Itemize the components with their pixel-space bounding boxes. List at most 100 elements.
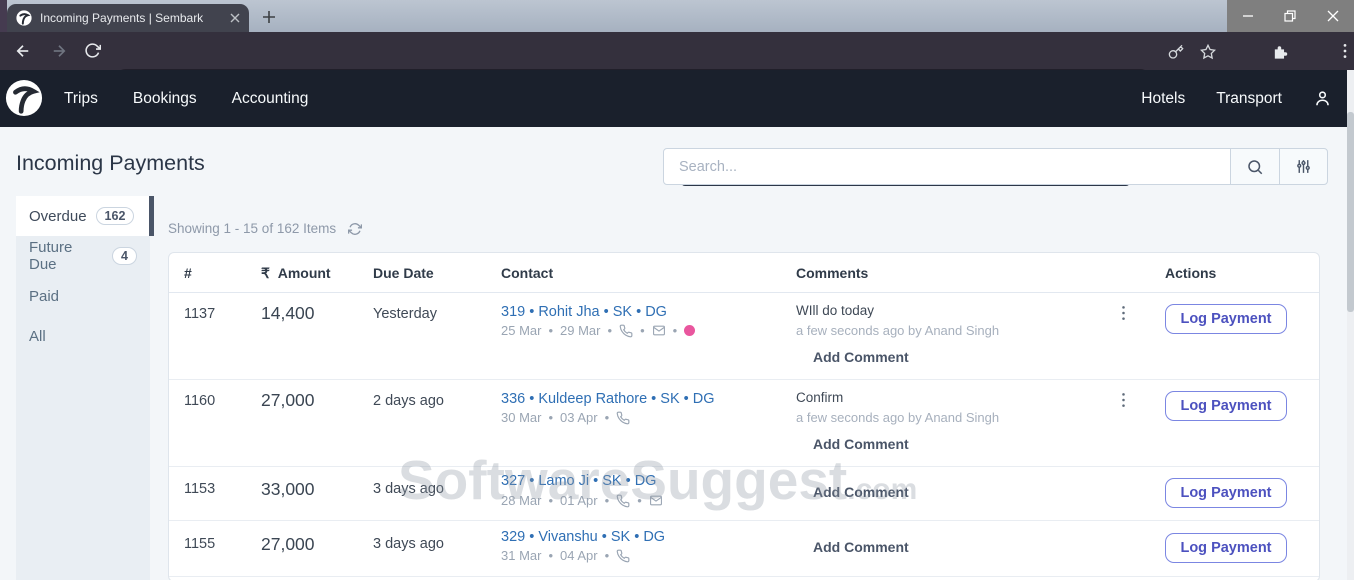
phone-icon[interactable] [616,494,630,508]
scrollbar-thumb[interactable] [1347,112,1354,312]
list-summary: Showing 1 - 15 of 162 Items [168,221,336,236]
log-payment-button[interactable]: Log Payment [1165,533,1287,563]
comment-meta: a few seconds ago by Anand Singh [796,323,999,338]
col-header-id: # [184,265,192,281]
status-dot-icon [684,325,695,336]
browser-menu-icon[interactable] [1338,43,1352,59]
table-header-row: # ₹ Amount Due Date Contact Comments Act… [169,253,1319,293]
col-header-comments: Comments [796,265,868,281]
app-navbar: Trips Bookings Accounting Hotels Transpo… [0,70,1354,127]
table-row: 1153 33,000 3 days ago 327 • Lamo Ji • S… [169,467,1319,521]
refresh-icon[interactable] [348,222,362,236]
payment-amount: 27,000 [261,390,315,411]
new-tab-button[interactable] [260,8,278,26]
rupee-icon: ₹ [261,265,270,281]
window-close-button[interactable] [1312,0,1354,32]
overdue-count-badge: 162 [96,207,135,225]
log-payment-button[interactable]: Log Payment [1165,478,1287,508]
table-row: 1160 27,000 2 days ago 336 • Kuldeep Rat… [169,380,1319,467]
browser-tab[interactable]: Incoming Payments | Sembark [7,4,249,32]
browser-tab-bar: Incoming Payments | Sembark [0,0,1354,32]
payment-id: 1137 [184,306,215,322]
back-icon[interactable] [14,42,32,60]
contact-link[interactable]: 336 • Kuldeep Rathore • SK • DG [501,391,715,407]
future-due-count-badge: 4 [112,247,137,265]
due-date: 3 days ago [373,481,444,497]
filter-sliders-icon [1295,158,1312,175]
mail-icon[interactable] [649,494,663,507]
due-date: 3 days ago [373,536,444,552]
add-comment-button[interactable]: Add Comment [813,539,909,555]
latest-comment: WIll do today [796,303,874,318]
window-controls [1227,0,1354,32]
due-date: Yesterday [373,306,437,322]
sidebar-item-future-due[interactable]: Future Due 4 [16,236,150,276]
bookmark-star-icon[interactable] [1200,44,1216,60]
sidebar-item-overdue[interactable]: Overdue 162 [16,196,150,236]
col-header-amount: ₹ Amount [261,265,331,282]
nav-item-accounting[interactable]: Accounting [232,90,309,108]
contact-link[interactable]: 329 • Vivanshu • SK • DG [501,529,665,545]
sidebar-item-label: Paid [29,288,59,305]
filter-button[interactable] [1279,148,1328,185]
row-menu-kebab-icon[interactable] [1117,388,1130,412]
forward-icon[interactable] [50,42,68,60]
sidebar-item-label: Overdue [29,208,87,225]
log-payment-button[interactable]: Log Payment [1165,391,1287,421]
comment-meta: a few seconds ago by Anand Singh [796,410,999,425]
tab-title: Incoming Payments | Sembark [40,11,222,25]
col-header-contact: Contact [501,265,553,281]
account-person-icon[interactable] [1313,89,1332,108]
payment-amount: 27,000 [261,534,315,555]
tab-close-icon[interactable] [230,13,240,23]
latest-comment: Confirm [796,390,843,405]
sidebar-item-paid[interactable]: Paid [16,276,150,316]
payment-id: 1160 [184,393,215,409]
nav-item-trips[interactable]: Trips [64,90,98,108]
nav-item-bookings[interactable]: Bookings [133,90,197,108]
contact-meta: 28 Mar• 01 Apr• • [501,493,663,508]
payment-amount: 14,400 [261,303,315,324]
contact-meta: 30 Mar• 03 Apr• [501,410,630,425]
tabbar-edge-strip [0,0,7,32]
add-comment-button[interactable]: Add Comment [813,349,909,365]
reload-icon[interactable] [84,42,101,59]
col-header-actions: Actions [1165,265,1216,281]
sidebar-item-label: Future Due [29,239,103,273]
contact-meta: 31 Mar• 04 Apr• [501,548,630,563]
payment-id: 1153 [184,481,215,497]
extensions-puzzle-icon[interactable] [1272,43,1289,60]
phone-icon[interactable] [616,549,630,563]
table-row: 1155 27,000 3 days ago 329 • Vivanshu • … [169,521,1319,577]
payment-id: 1155 [184,536,215,552]
active-indicator [149,196,154,236]
add-comment-button[interactable]: Add Comment [813,484,909,500]
nav-item-hotels[interactable]: Hotels [1141,90,1185,108]
phone-icon[interactable] [619,324,633,338]
password-key-icon[interactable] [1168,44,1184,60]
contact-link[interactable]: 319 • Rohit Jha • SK • DG [501,304,667,320]
phone-icon[interactable] [616,411,630,425]
payments-search-input[interactable] [663,148,1231,185]
contact-link[interactable]: 327 • Lamo Ji • SK • DG [501,473,656,489]
add-comment-button[interactable]: Add Comment [813,436,909,452]
contact-meta: 25 Mar• 29 Mar• • • [501,323,695,338]
sembark-logo[interactable] [5,79,43,117]
row-menu-kebab-icon[interactable] [1117,301,1130,325]
table-row: 1137 14,400 Yesterday 319 • Rohit Jha • … [169,293,1319,380]
sidebar-item-all[interactable]: All [16,316,150,356]
col-header-due-date: Due Date [373,265,434,281]
sidebar-item-label: All [29,328,46,345]
payments-table: # ₹ Amount Due Date Contact Comments Act… [168,252,1320,580]
due-date: 2 days ago [373,393,444,409]
window-minimize-button[interactable] [1227,0,1269,32]
window-restore-button[interactable] [1269,0,1311,32]
mail-icon[interactable] [652,324,666,337]
browser-toolbar: demo.sembark.com/payments/incoming?statu… [0,32,1354,70]
search-button[interactable] [1231,148,1280,185]
log-payment-button[interactable]: Log Payment [1165,304,1287,334]
nav-item-transport[interactable]: Transport [1216,90,1282,108]
scrollbar[interactable] [1347,70,1354,580]
payment-amount: 33,000 [261,479,315,500]
favicon-sembark-icon [16,10,32,26]
